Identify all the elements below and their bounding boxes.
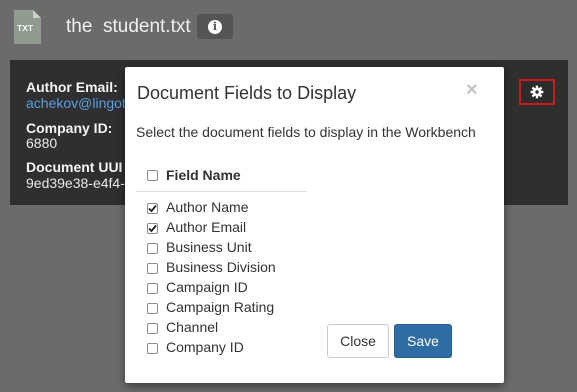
field-checkbox[interactable]	[147, 303, 158, 314]
txt-file-icon: TXT	[14, 10, 41, 44]
field-checkbox-label[interactable]: Campaign Rating	[166, 299, 274, 315]
company-id-value: 6880	[26, 135, 58, 151]
field-checkbox[interactable]	[147, 323, 158, 334]
gear-icon	[530, 85, 544, 99]
field-name-column-header: Field Name	[166, 167, 241, 183]
field-checkbox[interactable]	[147, 243, 158, 254]
modal-description: Select the document fields to display in…	[136, 124, 476, 140]
info-button[interactable]: i	[197, 14, 233, 39]
author-email-link[interactable]: achekov@lingot	[26, 95, 126, 111]
field-checkbox-label[interactable]: Business Unit	[166, 239, 252, 255]
header-divider	[136, 191, 307, 192]
field-checkbox-label[interactable]: Campaign ID	[166, 279, 248, 295]
field-checkbox-label[interactable]: Channel	[166, 319, 218, 335]
close-icon[interactable]: ×	[466, 79, 478, 102]
settings-button[interactable]	[519, 79, 555, 105]
file-name: the student.txt	[66, 16, 191, 37]
document-fields-modal: Document Fields to Display × Select the …	[125, 67, 504, 383]
modal-title: Document Fields to Display	[137, 83, 357, 103]
save-button[interactable]: Save	[394, 324, 452, 358]
info-icon: i	[208, 19, 222, 34]
document-uuid-label: Document UUI	[26, 159, 123, 175]
field-checkbox[interactable]	[147, 343, 158, 354]
svg-text:TXT: TXT	[17, 23, 34, 33]
field-checkbox[interactable]	[147, 203, 158, 214]
field-checkbox[interactable]	[147, 283, 158, 294]
company-id-label: Company ID:	[26, 120, 113, 136]
field-checkbox-label[interactable]: Author Name	[166, 199, 248, 215]
close-button[interactable]: Close	[327, 324, 389, 358]
document-uuid-value: 9ed39e38-e4f4-	[26, 175, 125, 191]
field-checkbox-label[interactable]: Business Division	[166, 259, 276, 275]
field-checkbox[interactable]	[147, 263, 158, 274]
author-email-label: Author Email:	[26, 79, 118, 95]
field-checkbox-label[interactable]: Company ID	[166, 339, 244, 355]
field-checkbox[interactable]	[147, 223, 158, 234]
select-all-checkbox[interactable]	[147, 170, 158, 181]
field-checkbox-label[interactable]: Author Email	[166, 219, 246, 235]
